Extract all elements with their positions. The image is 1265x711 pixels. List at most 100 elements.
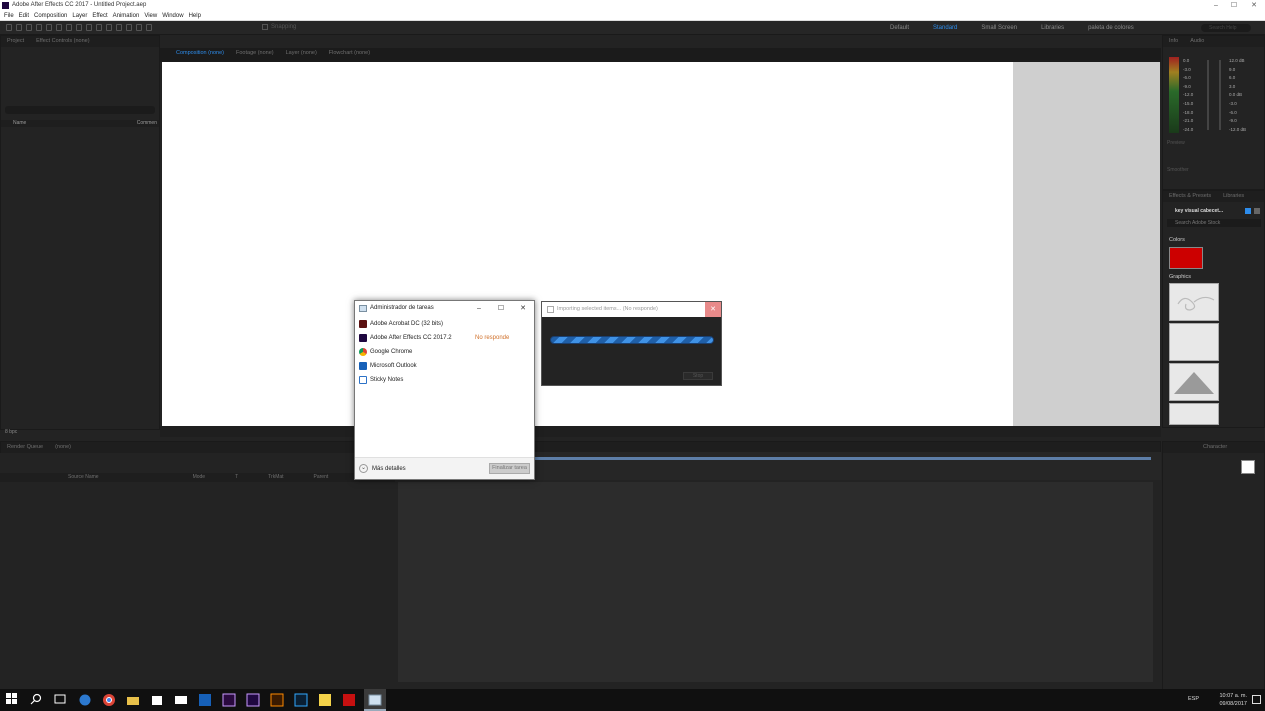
zoom-tool-icon[interactable] [36, 24, 42, 31]
menu-animation[interactable]: Animation [112, 11, 144, 20]
more-details-toggle[interactable]: ⌄ Más detalles [359, 464, 406, 473]
red-color-swatch[interactable] [1169, 247, 1203, 269]
graphic-hand-thumbnail[interactable] [1169, 403, 1219, 425]
graphic-triangle-thumbnail[interactable] [1169, 363, 1219, 401]
language-indicator[interactable]: ESP [1188, 696, 1199, 702]
project-search-input[interactable] [5, 106, 155, 114]
tab-effect-controls[interactable]: Effect Controls (none) [30, 36, 95, 47]
close-icon[interactable]: ✕ [1243, 0, 1265, 11]
task-row-sticky-notes[interactable]: Sticky Notes [355, 373, 534, 387]
minimize-icon[interactable]: – [1207, 0, 1225, 11]
home-icon[interactable] [6, 24, 12, 31]
photoshop-icon[interactable] [294, 693, 308, 707]
windows-start-icon[interactable] [6, 693, 20, 707]
work-area-bar[interactable] [535, 457, 1151, 460]
menu-composition[interactable]: Composition [33, 11, 71, 20]
camera-tool-icon[interactable] [56, 24, 62, 31]
column-t[interactable]: T [235, 473, 238, 482]
end-task-button[interactable]: Finalizar tarea [489, 463, 530, 474]
workspace-standard[interactable]: Standard [933, 21, 957, 35]
acrobat-taskbar-icon[interactable] [342, 693, 356, 707]
rotate-tool-icon[interactable] [46, 24, 52, 31]
menu-help[interactable]: Help [188, 11, 205, 20]
maximize-icon[interactable]: ☐ [1225, 0, 1243, 11]
smoother-label[interactable]: Smoother [1167, 167, 1189, 173]
column-name[interactable]: Name [13, 120, 26, 127]
after-effects-taskbar-icon[interactable] [246, 693, 260, 707]
file-explorer-icon[interactable] [126, 693, 140, 707]
minimize-icon[interactable]: – [468, 301, 490, 316]
layer-list[interactable] [0, 482, 395, 682]
tab-footage[interactable]: Footage (none) [230, 48, 280, 59]
task-row-outlook[interactable]: Microsoft Outlook [355, 359, 534, 373]
search-stock-input[interactable]: Search Adobe Stock [1167, 219, 1261, 227]
tab-info[interactable]: Info [1163, 36, 1184, 47]
pen-tool-icon[interactable] [86, 24, 92, 31]
search-icon[interactable] [30, 693, 44, 707]
outlook-icon[interactable] [198, 693, 212, 707]
menu-window[interactable]: Window [161, 11, 187, 20]
menu-layer[interactable]: Layer [71, 11, 91, 20]
menu-effect[interactable]: Effect [91, 11, 111, 20]
tab-audio[interactable]: Audio [1184, 36, 1210, 47]
tab-project[interactable]: Project [1, 36, 30, 47]
task-manager-taskbar-icon[interactable] [364, 689, 386, 711]
mail-icon[interactable] [174, 693, 188, 707]
task-row-after-effects[interactable]: Adobe After Effects CC 2017.2 No respond… [355, 331, 534, 345]
tab-character[interactable]: Character [1197, 442, 1233, 453]
tab-composition[interactable]: Composition (none) [170, 48, 230, 59]
selection-tool-icon[interactable] [16, 24, 22, 31]
column-mode[interactable]: Mode [193, 473, 206, 482]
snapping-toggle[interactable]: Snapping [262, 24, 296, 30]
graphics-section-label[interactable]: Graphics [1169, 274, 1191, 280]
search-help-input[interactable]: Search Help [1201, 24, 1251, 32]
colors-section-label[interactable]: Colors [1169, 237, 1185, 243]
pan-behind-tool-icon[interactable] [66, 24, 72, 31]
clock[interactable]: 10:07 a. m. 09/08/2017 [1219, 692, 1247, 708]
workspace-libraries[interactable]: Libraries [1041, 21, 1064, 35]
menu-edit[interactable]: Edit [18, 11, 33, 20]
puppet-tool-icon[interactable] [146, 24, 152, 31]
bpc-label[interactable]: 8 bpc [5, 429, 17, 435]
task-row-acrobat[interactable]: Adobe Acrobat DC (32 bits) [355, 317, 534, 331]
timeline-track-area[interactable] [398, 482, 1153, 682]
premiere-icon[interactable] [222, 693, 236, 707]
tab-render-queue[interactable]: Render Queue [1, 442, 49, 453]
workspace-small-screen[interactable]: Small Screen [981, 21, 1017, 35]
task-view-icon[interactable] [54, 693, 68, 707]
roto-brush-tool-icon[interactable] [136, 24, 142, 31]
audio-slider-left[interactable] [1207, 60, 1209, 130]
column-comment[interactable]: Commen [137, 120, 157, 127]
hand-tool-icon[interactable] [26, 24, 32, 31]
maximize-icon[interactable]: ☐ [490, 301, 512, 316]
preview-label[interactable]: Preview [1167, 140, 1185, 146]
audio-slider-right[interactable] [1219, 60, 1221, 130]
tab-libraries[interactable]: Libraries [1217, 191, 1250, 202]
clone-tool-icon[interactable] [116, 24, 122, 31]
store-icon[interactable] [150, 693, 164, 707]
library-dropdown[interactable]: key visual cabecet... [1175, 208, 1223, 214]
eraser-tool-icon[interactable] [126, 24, 132, 31]
illustrator-icon[interactable] [270, 693, 284, 707]
column-parent[interactable]: Parent [314, 473, 329, 482]
edge-icon[interactable] [78, 693, 92, 707]
tab-timeline-none[interactable]: (none) [49, 442, 77, 453]
notification-icon[interactable] [1252, 695, 1261, 704]
shape-tool-icon[interactable] [76, 24, 82, 31]
workspace-paleta[interactable]: paleta de colores [1088, 21, 1134, 35]
list-view-icon[interactable] [1254, 208, 1260, 214]
stop-button[interactable]: Stop [683, 372, 713, 380]
menu-file[interactable]: File [3, 11, 18, 20]
graphic-swirl-thumbnail[interactable] [1169, 283, 1219, 321]
chrome-icon[interactable] [102, 693, 116, 707]
grid-view-icon[interactable] [1245, 208, 1251, 214]
graphic-pattern-thumbnail[interactable] [1169, 323, 1219, 361]
tab-layer[interactable]: Layer (none) [280, 48, 323, 59]
workspace-default[interactable]: Default [890, 21, 909, 35]
tab-flowchart[interactable]: Flowchart (none) [323, 48, 376, 59]
sticky-notes-taskbar-icon[interactable] [318, 693, 332, 707]
tab-effects-presets[interactable]: Effects & Presets [1163, 191, 1217, 202]
fill-color-swatch[interactable] [1241, 460, 1255, 474]
menu-view[interactable]: View [143, 11, 161, 20]
close-icon[interactable]: ✕ [512, 301, 534, 316]
